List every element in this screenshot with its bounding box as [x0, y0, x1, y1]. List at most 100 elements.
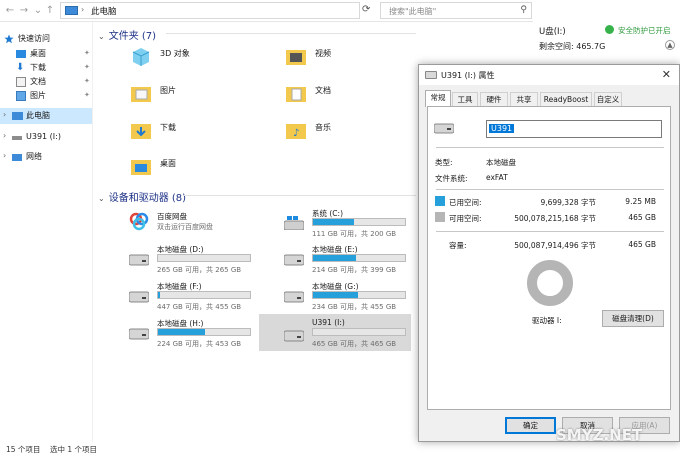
used-space-size: 9.25 MB	[625, 197, 656, 206]
folder-documents[interactable]: 文档	[285, 81, 435, 113]
security-badge: 安全防护已开启	[618, 26, 671, 35]
used-space-label: 已用空间:	[449, 198, 482, 207]
address-row: ← → ⌄ ↑ › 此电脑 ⟳ 搜索"此电脑" ⚲	[0, 0, 533, 22]
capacity-size: 465 GB	[628, 240, 656, 249]
recent-dropdown-icon[interactable]: ⌄	[32, 4, 44, 18]
folder-music[interactable]: ♪ 音乐	[285, 118, 435, 150]
shield-check-icon	[605, 25, 614, 34]
pane-title: U盘(I:)	[539, 27, 566, 37]
dialog-titlebar[interactable]: U391 (I:) 属性 ✕	[419, 65, 679, 85]
music-folder-icon: ♪	[286, 124, 306, 139]
windows-drive-icon	[284, 216, 304, 230]
chevron-right-icon[interactable]: ›	[3, 110, 6, 119]
pin-icon: ✦	[84, 63, 90, 71]
group-divider	[166, 33, 416, 34]
status-bar: 15 个项目 选中 1 个项目	[0, 442, 680, 456]
usage-bar	[157, 291, 251, 299]
star-icon	[4, 34, 14, 44]
disk-cleanup-button[interactable]: 磁盘清理(D)	[602, 310, 664, 327]
close-icon[interactable]: ✕	[662, 68, 671, 81]
pictures-icon	[16, 91, 26, 101]
dialog-title: U391 (I:) 属性	[441, 71, 495, 80]
drive-d[interactable]: 本地磁盘 (D:) 265 GB 可用，共 265 GB	[127, 242, 275, 276]
back-icon[interactable]: ←	[4, 4, 16, 18]
divider	[436, 231, 664, 232]
properties-dialog: U391 (I:) 属性 ✕ 常规 工具 硬件 共享 ReadyBoost 自定…	[418, 64, 680, 442]
pin-icon: ✦	[84, 49, 90, 57]
drive-icon	[425, 71, 437, 79]
folder-pictures[interactable]: 图片	[130, 81, 280, 113]
usage-bar-fill	[158, 292, 160, 298]
usage-bar	[312, 254, 406, 262]
hard-drive-icon	[434, 123, 454, 134]
ok-button[interactable]: 确定	[505, 417, 556, 434]
group-divider	[184, 195, 416, 196]
svg-text:♪: ♪	[293, 128, 299, 139]
capacity-label: 容量:	[449, 241, 467, 250]
folder-videos[interactable]: 视频	[285, 44, 435, 76]
collapse-icon: ⌄	[98, 32, 105, 41]
free-space-size: 465 GB	[628, 213, 656, 222]
hard-drive-icon	[129, 254, 149, 266]
tab-readyboost[interactable]: ReadyBoost	[540, 92, 592, 106]
drive-c[interactable]: 系统 (C:) 111 GB 可用，共 200 GB	[282, 206, 430, 240]
usage-bar	[312, 328, 406, 336]
search-input[interactable]: 搜索"此电脑" ⚲	[380, 2, 532, 19]
drive-g[interactable]: 本地磁盘 (G:) 234 GB 可用，共 455 GB	[282, 279, 430, 313]
drive-i-selected[interactable]: U391 (I:) 465 GB 可用，共 465 GB	[259, 314, 411, 351]
folder-desktop[interactable]: 桌面	[130, 154, 280, 186]
free-space-label: 可用空间:	[449, 214, 482, 223]
hard-drive-icon	[284, 330, 304, 342]
general-tab-panel: U391 类型: 本地磁盘 文件系统: exFAT 已用空间: 9,699,32…	[427, 106, 671, 410]
documents-folder-icon	[286, 87, 306, 102]
tab-tools[interactable]: 工具	[452, 92, 478, 106]
usage-bar	[312, 291, 406, 299]
tab-customize[interactable]: 自定义	[594, 92, 622, 106]
usb-drive-icon	[12, 136, 22, 140]
up-icon[interactable]: ↑	[44, 4, 56, 18]
video-folder-icon	[286, 50, 306, 65]
chevron-right-icon: ›	[81, 5, 85, 14]
selection-count: 选中 1 个项目	[50, 445, 98, 454]
usage-bar	[157, 328, 251, 336]
volume-name-input[interactable]: U391	[486, 120, 662, 138]
item-count: 15 个项目	[6, 445, 41, 454]
hard-drive-icon	[129, 291, 149, 303]
collapse-icon: ⌄	[98, 194, 105, 203]
type-value: 本地磁盘	[486, 158, 516, 167]
pin-icon: ✦	[84, 91, 90, 99]
filesystem-label: 文件系统:	[435, 174, 468, 183]
drive-f[interactable]: 本地磁盘 (F:) 447 GB 可用，共 455 GB	[127, 279, 275, 313]
cube-icon	[132, 48, 150, 66]
divider	[436, 189, 664, 190]
folder-3d-objects[interactable]: 3D 对象	[130, 44, 280, 76]
drives-group-header[interactable]: ⌄ 设备和驱动器 (8)	[98, 189, 186, 204]
usage-bar	[157, 254, 251, 262]
hard-drive-icon	[129, 328, 149, 340]
refresh-icon[interactable]: ⟳	[362, 4, 370, 15]
hard-drive-icon	[284, 291, 304, 303]
volume-name-value: U391	[489, 124, 515, 133]
folder-downloads[interactable]: 下载	[130, 118, 280, 150]
watermark: SMYZ.NET	[556, 426, 643, 444]
search-icon: ⚲	[520, 5, 527, 15]
usage-bar-fill	[313, 292, 358, 298]
eject-icon[interactable]: ▲	[665, 40, 675, 50]
free-space-label: 剩余空间: 465.7G	[539, 42, 606, 51]
network-icon	[12, 154, 22, 161]
tab-general[interactable]: 常规	[425, 90, 451, 107]
forward-icon[interactable]: →	[18, 4, 30, 18]
folders-group-header[interactable]: ⌄ 文件夹 (7)	[98, 27, 156, 42]
tab-sharing[interactable]: 共享	[510, 92, 538, 106]
this-pc-icon	[12, 112, 23, 120]
type-label: 类型:	[435, 158, 453, 167]
chevron-right-icon[interactable]: ›	[3, 151, 6, 160]
drive-info-pane: U盘(I:) 安全防护已开启 剩余空间: 465.7G ▲	[533, 22, 680, 62]
drive-e[interactable]: 本地磁盘 (E:) 214 GB 可用，共 399 GB	[282, 242, 430, 276]
tab-hardware[interactable]: 硬件	[480, 92, 508, 106]
drive-h[interactable]: 本地磁盘 (H:) 224 GB 可用，共 453 GB	[127, 316, 275, 350]
address-path: 此电脑	[91, 7, 117, 17]
chevron-right-icon[interactable]: ›	[3, 131, 6, 140]
drive-baidu-netdisk[interactable]: 百度网盘 双击运行百度网盘	[127, 207, 275, 241]
address-bar[interactable]: › 此电脑	[60, 2, 360, 19]
